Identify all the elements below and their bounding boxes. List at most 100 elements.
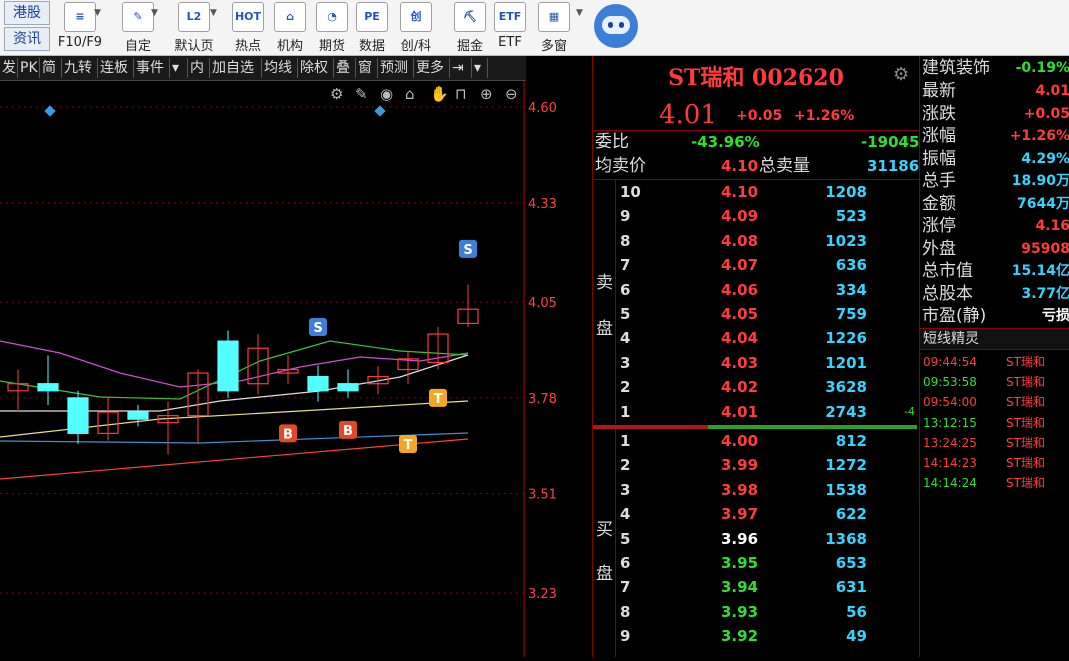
sell-level-row[interactable]: 1 4.01 2743 -4 — [615, 400, 919, 424]
toolbar-item-3[interactable]: HOT 热点 — [225, 2, 271, 54]
y-tick-label: 3.23 — [528, 587, 557, 602]
zoom-out-icon[interactable]: ⊖ — [505, 85, 518, 103]
chevron-down-icon[interactable]: ▼ — [210, 8, 218, 22]
buy-level-row[interactable]: 2 3.99 1272 — [615, 453, 919, 477]
sprite-feed-row[interactable]: 09:53:58 ST瑞和 — [920, 372, 1069, 392]
buy-level-row[interactable]: 6 3.95 653 — [615, 551, 919, 575]
candle-body — [337, 383, 359, 392]
toolbar-item-9[interactable]: ETF ETF — [487, 2, 533, 52]
total-sell-volume: 31186 — [867, 157, 920, 175]
buy-price: 3.92 — [721, 627, 759, 646]
chart-menu-item-6[interactable]: ▾ — [170, 58, 188, 78]
feed-stock-name: ST瑞和 — [1006, 415, 1045, 430]
weibi-label: 委比 — [595, 132, 629, 152]
weibi-diff: -19045 — [861, 133, 920, 151]
sprite-feed-row[interactable]: 14:14:24 ST瑞和 — [920, 473, 1069, 493]
kline-chart[interactable]: 4.60 4.33 4.05 3.78 3.51 3.23 S S B B T T ⚙ ✎ ◉ ⌂ ✋ ⊓ ⊕ ⊖ — [0, 81, 590, 657]
hand-icon[interactable]: ✋ — [430, 85, 449, 103]
sell-level-row[interactable]: 10 4.10 1208 — [615, 180, 919, 204]
feed-stock-name: ST瑞和 — [1006, 375, 1045, 390]
chart-menu-item-13[interactable]: 预测 — [378, 58, 414, 78]
sell-level-row[interactable]: 8 4.08 1023 — [615, 229, 919, 253]
basket-icon[interactable]: ⌂ — [405, 85, 415, 103]
sprite-feed-row[interactable]: 13:12:15 ST瑞和 — [920, 413, 1069, 433]
toolbar-item-7[interactable]: 创创/科 — [393, 2, 439, 54]
sell-level-row[interactable]: 7 4.07 636 — [615, 253, 919, 277]
buy-level-row[interactable]: 5 3.96 1368 — [615, 527, 919, 551]
candle-body — [37, 383, 59, 392]
buy-level-row[interactable]: 4 3.97 622 — [615, 502, 919, 526]
sprite-feed-row[interactable]: 13:24:25 ST瑞和 — [920, 433, 1069, 453]
chart-menu-item-0[interactable]: 发 — [0, 58, 18, 78]
chevron-down-icon[interactable]: ▼ — [576, 8, 584, 22]
sprite-feed-row[interactable]: 14:14:23 ST瑞和 — [920, 453, 1069, 473]
feed-time: 09:54:00 — [923, 395, 977, 410]
chart-menu-item-9[interactable]: 均线 — [262, 58, 298, 78]
level-number: 8 — [620, 602, 631, 621]
sell-level-row[interactable]: 9 4.09 523 — [615, 204, 919, 228]
feed-time: 09:44:54 — [923, 355, 977, 369]
sprite-feed-row[interactable]: 09:44:54 ST瑞和 — [920, 352, 1069, 372]
sell-price: 4.02 — [721, 378, 759, 397]
chart-menu-item-14[interactable]: 更多 — [414, 58, 450, 78]
chart-menu-bar: 发 PK 简九转 连板 事件 ▾ 内加自选 均线 除权叠窗预测 更多 ⇥ ▾ — [0, 56, 526, 81]
chart-menu-item-3[interactable]: 九转 — [62, 58, 98, 78]
y-tick-label: 3.78 — [528, 392, 557, 407]
sell-level-row[interactable]: 6 4.06 334 — [615, 278, 919, 302]
short-term-sprite-header[interactable]: 短线精灵 — [920, 328, 1069, 350]
level-number: 6 — [620, 280, 631, 299]
futures-icon: ◔ — [316, 2, 348, 32]
buy-level-row[interactable]: 1 4.00 812 — [615, 429, 919, 453]
settings-gear-icon[interactable]: ⚙ — [893, 64, 909, 85]
buy-level-row[interactable]: 8 3.93 56 — [615, 600, 919, 624]
stat-label: 总市值 — [922, 261, 973, 281]
hk-stock-button[interactable]: 港股 — [4, 1, 50, 25]
chart-menu-item-8[interactable]: 加自选 — [210, 58, 262, 78]
chart-menu-item-2[interactable]: 简 — [40, 58, 62, 78]
chevron-down-icon[interactable]: ▼ — [94, 8, 102, 22]
sector-change: -0.19% — [1015, 60, 1069, 76]
sell-volume: 759 — [835, 305, 867, 323]
chart-settings-icon[interactable]: ⚙ — [330, 85, 343, 103]
level-number: 7 — [620, 578, 631, 597]
chart-menu-item-1[interactable]: PK — [18, 58, 40, 78]
sell-volume: 1023 — [825, 231, 867, 250]
buy-level-row[interactable]: 7 3.94 631 — [615, 575, 919, 599]
sell-price: 4.04 — [721, 329, 759, 348]
toolbar-item-4[interactable]: ⌂ 机构 — [267, 2, 313, 54]
draw-icon[interactable]: ✎ — [355, 85, 368, 103]
sell-level-row[interactable]: 5 4.05 759 — [615, 302, 919, 326]
stat-label: 外盘 — [922, 238, 956, 259]
candle-body — [67, 397, 89, 434]
chart-menu-item-7[interactable]: 内 — [188, 58, 210, 78]
news-button[interactable]: 资讯 — [4, 27, 50, 51]
robot-assistant-icon[interactable] — [594, 4, 638, 48]
buy-level-row[interactable]: 3 3.98 1538 — [615, 478, 919, 502]
buy-price: 3.95 — [721, 554, 759, 572]
zoom-in-icon[interactable]: ⊕ — [480, 85, 493, 103]
buy-level-row[interactable]: 9 3.92 49 — [615, 624, 919, 648]
chart-menu-item-15[interactable]: ⇥ — [450, 58, 472, 78]
y-tick-label: 4.05 — [528, 296, 557, 311]
toolbar-item-10[interactable]: ▦ 多窗 — [531, 2, 577, 54]
chart-menu-item-12[interactable]: 窗 — [356, 58, 378, 78]
chart-menu-item-11[interactable]: 叠 — [334, 58, 356, 78]
sprite-feed-row[interactable]: 09:54:00 ST瑞和 — [920, 392, 1069, 412]
toolbar-item-6[interactable]: PE 数据 — [349, 2, 395, 54]
stat-label: 涨跌 — [922, 103, 956, 124]
chevron-down-icon[interactable]: ▼ — [151, 8, 159, 22]
eye-icon[interactable]: ◉ — [380, 85, 393, 103]
chart-menu-item-5[interactable]: 事件 — [134, 58, 170, 78]
chart-menu-item-16[interactable]: ▾ — [472, 58, 488, 78]
chart-menu-item-4[interactable]: 连板 — [98, 58, 134, 78]
sell-level-row[interactable]: 4 4.04 1226 — [615, 326, 919, 350]
chart-menu-item-10[interactable]: 除权 — [298, 58, 334, 78]
buy-volume: 56 — [846, 602, 867, 621]
sell-volume: 334 — [835, 280, 867, 299]
sell-price: 4.10 — [721, 183, 759, 201]
level-number: 10 — [620, 183, 641, 201]
sell-level-row[interactable]: 3 4.03 1201 — [615, 351, 919, 375]
level-number: 9 — [620, 627, 631, 646]
sell-level-row[interactable]: 2 4.02 3628 — [615, 375, 919, 399]
lock-icon[interactable]: ⊓ — [455, 85, 467, 103]
